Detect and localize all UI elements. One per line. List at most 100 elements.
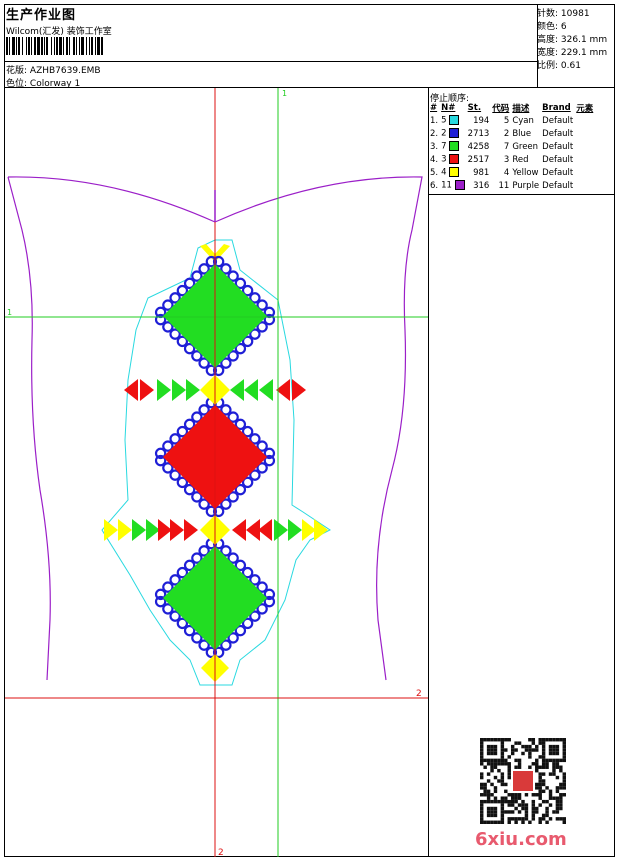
qr-module: [555, 799, 560, 804]
qr-module: [531, 799, 536, 804]
qr-module: [490, 751, 494, 756]
qr-module: [510, 799, 515, 804]
qr-module: [517, 793, 522, 797]
qr-module: [545, 762, 549, 766]
qr-module: [552, 768, 556, 773]
qr-module: [500, 758, 505, 763]
qr-module: [559, 793, 563, 797]
qr-module: [531, 806, 536, 811]
qr-module: [480, 806, 484, 811]
qr-module: [555, 762, 560, 766]
qr-module: [480, 817, 484, 821]
qr-module: [521, 803, 525, 807]
qr-module: [541, 789, 546, 794]
qr-module: [538, 786, 542, 790]
qr-module: [538, 820, 542, 824]
green-arrow: [288, 519, 302, 541]
qr-module: [486, 744, 491, 749]
qr-module: [559, 786, 563, 790]
qr-module: [507, 738, 511, 742]
qr-module: [490, 744, 494, 749]
qr-module: [507, 765, 511, 769]
qr-module: [500, 762, 505, 766]
qr-module: [480, 820, 484, 824]
qr-module: [490, 765, 494, 769]
qr-module: [552, 758, 556, 763]
qr-module: [500, 748, 505, 752]
qr-module: [490, 820, 494, 824]
qr-module: [480, 810, 484, 814]
qr-module: [528, 820, 532, 824]
qr-module: [514, 817, 518, 821]
qr-module: [541, 799, 546, 804]
qr-module: [541, 765, 546, 769]
qr-module: [493, 762, 498, 766]
qr-module: [507, 768, 511, 773]
watermark: 6xiu.com: [475, 829, 567, 850]
qr-module: [531, 803, 536, 807]
qr-module: [541, 817, 546, 821]
qr-module: [483, 786, 487, 790]
qr-module: [504, 799, 508, 804]
qr-module: [507, 799, 511, 804]
qr-module: [528, 748, 532, 752]
qr-module: [548, 796, 553, 800]
qr-module: [531, 741, 536, 745]
qr-module: [559, 817, 563, 821]
green-arrow: [172, 379, 186, 401]
qr-module: [535, 810, 539, 814]
qr-module: [500, 744, 505, 749]
qr-module: [480, 799, 484, 804]
qr-module: [535, 744, 539, 749]
qr-module: [559, 803, 563, 807]
qr-module: [486, 772, 491, 776]
qr-module: [531, 793, 536, 797]
qr-module: [541, 813, 546, 818]
qr-module: [559, 806, 563, 811]
qr-module: [480, 738, 484, 742]
qr-module: [497, 799, 501, 804]
qr-module: [500, 738, 505, 742]
qr-module: [541, 755, 546, 759]
qr-module: [507, 762, 511, 766]
qr-module: [493, 751, 498, 756]
qr-module: [500, 806, 505, 811]
qr-module: [490, 810, 494, 814]
qr-module: [541, 741, 546, 745]
qr-module: [480, 748, 484, 752]
qr-module: [480, 786, 484, 790]
qr-module: [541, 744, 546, 749]
qr-module: [559, 796, 563, 800]
qr-module: [552, 796, 556, 800]
qr-module: [500, 755, 505, 759]
marker-v1: 1: [282, 89, 287, 98]
qr-module: [555, 817, 560, 821]
qr-module: [555, 744, 560, 749]
qr-module: [524, 793, 529, 797]
qr-module: [486, 738, 491, 742]
qr-module: [480, 803, 484, 807]
qr-module: [528, 755, 532, 759]
yellow-arrow: [104, 519, 118, 541]
qr-module: [555, 748, 560, 752]
qr-module: [497, 758, 501, 763]
qr-module: [486, 793, 491, 797]
qr-module: [562, 786, 566, 790]
qr-module: [538, 765, 542, 769]
qr-module: [493, 758, 498, 763]
qr-module: [500, 813, 505, 818]
qr-module: [514, 758, 518, 763]
qr-module: [483, 820, 487, 824]
qr-module: [480, 741, 484, 745]
qr-module: [555, 775, 560, 780]
marker-h2: 2: [416, 689, 422, 699]
qr-module: [555, 806, 560, 811]
qr-module: [548, 817, 553, 821]
qr-module: [483, 782, 487, 787]
qr-module: [480, 793, 484, 797]
qr-module: [538, 741, 542, 745]
qr-module: [528, 751, 532, 756]
qr-module: [514, 799, 518, 804]
qr-module: [531, 762, 536, 766]
qr-module: [493, 775, 498, 780]
